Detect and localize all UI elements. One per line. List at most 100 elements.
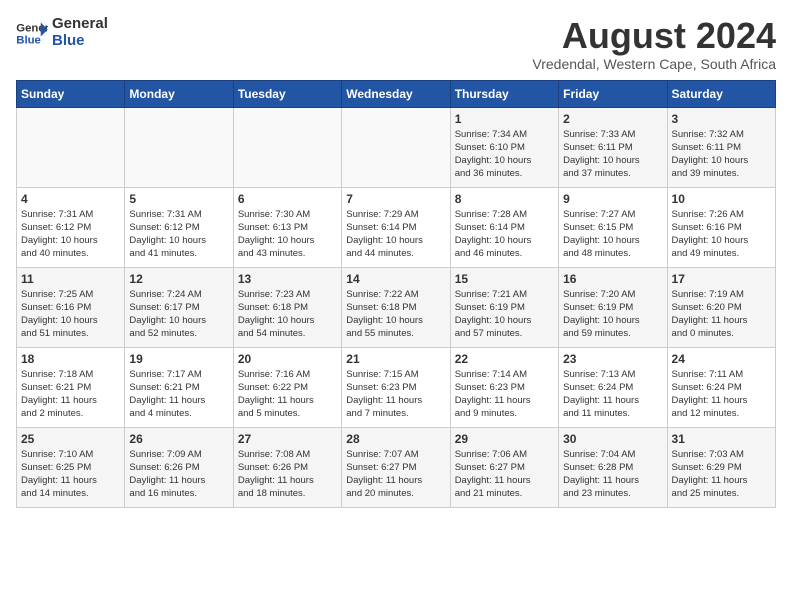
calendar-cell: 24 Sunrise: 7:11 AM Sunset: 6:24 PM Dayli… bbox=[667, 347, 775, 427]
day-number: 19 bbox=[129, 352, 228, 366]
day-info: Sunrise: 7:08 AM Sunset: 6:26 PM Dayligh… bbox=[238, 448, 337, 501]
calendar-cell bbox=[125, 107, 233, 187]
calendar-cell: 10 Sunrise: 7:26 AM Sunset: 6:16 PM Dayli… bbox=[667, 187, 775, 267]
day-info: Sunrise: 7:26 AM Sunset: 6:16 PM Dayligh… bbox=[672, 208, 771, 261]
calendar-cell: 13Sunrise: 7:23 AM Sunset: 6:18 PM Dayli… bbox=[233, 267, 341, 347]
day-info: Sunrise: 7:28 AM Sunset: 6:14 PM Dayligh… bbox=[455, 208, 554, 261]
day-number: 9 bbox=[563, 192, 662, 206]
calendar-cell: 17 Sunrise: 7:19 AM Sunset: 6:20 PM Dayli… bbox=[667, 267, 775, 347]
calendar-cell: 9Sunrise: 7:27 AM Sunset: 6:15 PM Daylig… bbox=[559, 187, 667, 267]
day-info: Sunrise: 7:29 AM Sunset: 6:14 PM Dayligh… bbox=[346, 208, 445, 261]
day-number: 18 bbox=[21, 352, 120, 366]
day-info: Sunrise: 7:07 AM Sunset: 6:27 PM Dayligh… bbox=[346, 448, 445, 501]
calendar-cell: 27 Sunrise: 7:08 AM Sunset: 6:26 PM Dayli… bbox=[233, 427, 341, 507]
calendar-week-row: 1 Sunrise: 7:34 AM Sunset: 6:10 PM Daylig… bbox=[17, 107, 776, 187]
day-number: 7 bbox=[346, 192, 445, 206]
day-header-monday: Monday bbox=[125, 80, 233, 107]
logo: General Blue General Blue bbox=[16, 16, 108, 49]
day-header-wednesday: Wednesday bbox=[342, 80, 450, 107]
day-info: Sunrise: 7:16 AM Sunset: 6:22 PM Dayligh… bbox=[238, 368, 337, 421]
day-info: Sunrise: 7:25 AM Sunset: 6:16 PM Dayligh… bbox=[21, 288, 120, 341]
calendar-cell: 26 Sunrise: 7:09 AM Sunset: 6:26 PM Dayli… bbox=[125, 427, 233, 507]
day-info: Sunrise: 7:33 AM Sunset: 6:11 PM Dayligh… bbox=[563, 128, 662, 181]
calendar-cell bbox=[233, 107, 341, 187]
svg-text:Blue: Blue bbox=[16, 34, 41, 46]
day-number: 24 bbox=[672, 352, 771, 366]
day-number: 4 bbox=[21, 192, 120, 206]
calendar-cell: 21 Sunrise: 7:15 AM Sunset: 6:23 PM Dayli… bbox=[342, 347, 450, 427]
day-number: 12 bbox=[129, 272, 228, 286]
calendar-week-row: 4 Sunrise: 7:31 AM Sunset: 6:12 PM Daylig… bbox=[17, 187, 776, 267]
calendar-cell: 19 Sunrise: 7:17 AM Sunset: 6:21 PM Dayli… bbox=[125, 347, 233, 427]
day-number: 30 bbox=[563, 432, 662, 446]
day-info: Sunrise: 7:06 AM Sunset: 6:27 PM Dayligh… bbox=[455, 448, 554, 501]
day-info: Sunrise: 7:11 AM Sunset: 6:24 PM Dayligh… bbox=[672, 368, 771, 421]
day-info: Sunrise: 7:31 AM Sunset: 6:12 PM Dayligh… bbox=[129, 208, 228, 261]
calendar-cell: 12 Sunrise: 7:24 AM Sunset: 6:17 PM Dayli… bbox=[125, 267, 233, 347]
day-number: 13 bbox=[238, 272, 337, 286]
calendar-cell: 28 Sunrise: 7:07 AM Sunset: 6:27 PM Dayli… bbox=[342, 427, 450, 507]
calendar-cell: 14Sunrise: 7:22 AM Sunset: 6:18 PM Dayli… bbox=[342, 267, 450, 347]
day-number: 31 bbox=[672, 432, 771, 446]
day-number: 23 bbox=[563, 352, 662, 366]
calendar-cell: 6 Sunrise: 7:30 AM Sunset: 6:13 PM Daylig… bbox=[233, 187, 341, 267]
calendar-cell bbox=[342, 107, 450, 187]
day-info: Sunrise: 7:32 AM Sunset: 6:11 PM Dayligh… bbox=[672, 128, 771, 181]
day-number: 8 bbox=[455, 192, 554, 206]
calendar-cell: 22Sunrise: 7:14 AM Sunset: 6:23 PM Dayli… bbox=[450, 347, 558, 427]
calendar-cell: 18 Sunrise: 7:18 AM Sunset: 6:21 PM Dayli… bbox=[17, 347, 125, 427]
calendar-cell: 25Sunrise: 7:10 AM Sunset: 6:25 PM Dayli… bbox=[17, 427, 125, 507]
day-header-sunday: Sunday bbox=[17, 80, 125, 107]
calendar-cell: 4 Sunrise: 7:31 AM Sunset: 6:12 PM Daylig… bbox=[17, 187, 125, 267]
day-number: 6 bbox=[238, 192, 337, 206]
day-number: 28 bbox=[346, 432, 445, 446]
day-number: 5 bbox=[129, 192, 228, 206]
day-number: 17 bbox=[672, 272, 771, 286]
day-number: 14 bbox=[346, 272, 445, 286]
day-number: 29 bbox=[455, 432, 554, 446]
day-number: 10 bbox=[672, 192, 771, 206]
calendar-cell: 8 Sunrise: 7:28 AM Sunset: 6:14 PM Daylig… bbox=[450, 187, 558, 267]
day-number: 16 bbox=[563, 272, 662, 286]
day-number: 22 bbox=[455, 352, 554, 366]
day-number: 26 bbox=[129, 432, 228, 446]
day-header-thursday: Thursday bbox=[450, 80, 558, 107]
calendar-cell: 2Sunrise: 7:33 AM Sunset: 6:11 PM Daylig… bbox=[559, 107, 667, 187]
calendar-cell: 15 Sunrise: 7:21 AM Sunset: 6:19 PM Dayli… bbox=[450, 267, 558, 347]
calendar-header-row: SundayMondayTuesdayWednesdayThursdayFrid… bbox=[17, 80, 776, 107]
day-info: Sunrise: 7:31 AM Sunset: 6:12 PM Dayligh… bbox=[21, 208, 120, 261]
day-number: 3 bbox=[672, 112, 771, 126]
calendar-week-row: 18 Sunrise: 7:18 AM Sunset: 6:21 PM Dayli… bbox=[17, 347, 776, 427]
calendar-cell: 5 Sunrise: 7:31 AM Sunset: 6:12 PM Daylig… bbox=[125, 187, 233, 267]
logo-blue: Blue bbox=[52, 33, 108, 50]
day-number: 27 bbox=[238, 432, 337, 446]
day-info: Sunrise: 7:30 AM Sunset: 6:13 PM Dayligh… bbox=[238, 208, 337, 261]
day-number: 21 bbox=[346, 352, 445, 366]
day-info: Sunrise: 7:24 AM Sunset: 6:17 PM Dayligh… bbox=[129, 288, 228, 341]
calendar-cell: 29 Sunrise: 7:06 AM Sunset: 6:27 PM Dayli… bbox=[450, 427, 558, 507]
day-info: Sunrise: 7:19 AM Sunset: 6:20 PM Dayligh… bbox=[672, 288, 771, 341]
day-info: Sunrise: 7:17 AM Sunset: 6:21 PM Dayligh… bbox=[129, 368, 228, 421]
day-number: 15 bbox=[455, 272, 554, 286]
calendar-cell: 23 Sunrise: 7:13 AM Sunset: 6:24 PM Dayli… bbox=[559, 347, 667, 427]
calendar-cell: 1 Sunrise: 7:34 AM Sunset: 6:10 PM Daylig… bbox=[450, 107, 558, 187]
logo-icon: General Blue bbox=[16, 19, 48, 47]
calendar-cell: 31 Sunrise: 7:03 AM Sunset: 6:29 PM Dayli… bbox=[667, 427, 775, 507]
day-number: 1 bbox=[455, 112, 554, 126]
day-info: Sunrise: 7:03 AM Sunset: 6:29 PM Dayligh… bbox=[672, 448, 771, 501]
day-number: 20 bbox=[238, 352, 337, 366]
calendar-cell: 30 Sunrise: 7:04 AM Sunset: 6:28 PM Dayli… bbox=[559, 427, 667, 507]
day-header-saturday: Saturday bbox=[667, 80, 775, 107]
calendar-week-row: 11Sunrise: 7:25 AM Sunset: 6:16 PM Dayli… bbox=[17, 267, 776, 347]
day-info: Sunrise: 7:04 AM Sunset: 6:28 PM Dayligh… bbox=[563, 448, 662, 501]
day-info: Sunrise: 7:13 AM Sunset: 6:24 PM Dayligh… bbox=[563, 368, 662, 421]
day-info: Sunrise: 7:09 AM Sunset: 6:26 PM Dayligh… bbox=[129, 448, 228, 501]
calendar-week-row: 25Sunrise: 7:10 AM Sunset: 6:25 PM Dayli… bbox=[17, 427, 776, 507]
day-info: Sunrise: 7:34 AM Sunset: 6:10 PM Dayligh… bbox=[455, 128, 554, 181]
calendar-cell: 11Sunrise: 7:25 AM Sunset: 6:16 PM Dayli… bbox=[17, 267, 125, 347]
location-subtitle: Vredendal, Western Cape, South Africa bbox=[532, 56, 776, 72]
calendar-cell: 7 Sunrise: 7:29 AM Sunset: 6:14 PM Daylig… bbox=[342, 187, 450, 267]
day-info: Sunrise: 7:15 AM Sunset: 6:23 PM Dayligh… bbox=[346, 368, 445, 421]
day-info: Sunrise: 7:18 AM Sunset: 6:21 PM Dayligh… bbox=[21, 368, 120, 421]
day-info: Sunrise: 7:21 AM Sunset: 6:19 PM Dayligh… bbox=[455, 288, 554, 341]
